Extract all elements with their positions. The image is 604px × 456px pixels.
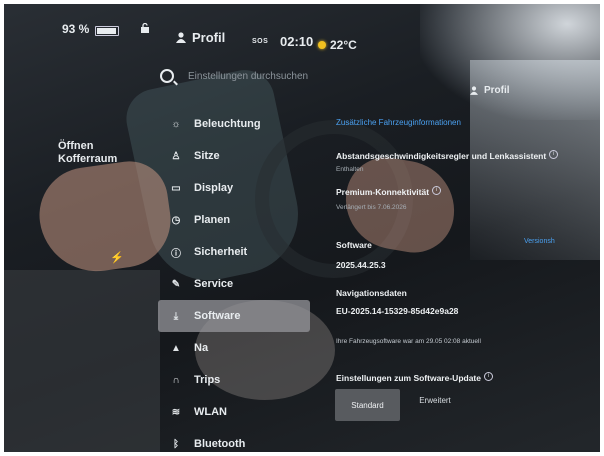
update-settings: Einstellungen zum Software-Update i <box>336 368 576 386</box>
profile-label: Profil <box>192 30 226 45</box>
sidebar-item-label: Planen <box>194 214 231 226</box>
release-notes-link[interactable]: Versionsh <box>524 238 555 245</box>
wrench-icon: ✎ <box>171 278 181 290</box>
trunk-line1: Öffnen <box>58 140 94 152</box>
sidebar-item-label: WLAN <box>194 406 227 418</box>
display-icon: ▭ <box>171 182 181 194</box>
profile-right-label: Profil <box>484 85 510 96</box>
reflection <box>33 156 177 279</box>
battery-icon <box>95 26 119 36</box>
lock-icon[interactable] <box>140 23 150 33</box>
clock-icon: ◷ <box>171 214 181 226</box>
nav-data-label: Navigationsdaten <box>336 288 407 298</box>
sidebar-item-planen[interactable]: ◷ Planen <box>158 204 310 236</box>
profile-button[interactable]: Profil <box>176 30 225 45</box>
standard-button[interactable]: Standard <box>335 389 400 421</box>
info-icon[interactable]: i <box>432 186 442 196</box>
bluetooth-icon: ᛒ <box>173 438 179 450</box>
sidebar-item-sicherheit[interactable]: ⓘ Sicherheit <box>158 236 310 268</box>
update-settings-title: Einstellungen zum Software-Update <box>336 373 481 383</box>
status-bar: 93 % Profil SOS 02:10 22°C <box>0 0 604 58</box>
software-label: Software <box>336 240 372 250</box>
download-icon: ⤓ <box>173 310 179 322</box>
trips-icon: ∩ <box>172 374 180 386</box>
person-icon <box>176 32 186 43</box>
wifi-icon: ≋ <box>171 406 181 418</box>
sidebar-item-trips[interactable]: ∩ Trips <box>158 364 310 396</box>
sos-button[interactable]: SOS <box>252 38 268 45</box>
light-icon: ☼ <box>171 118 181 130</box>
feature-premium: Premium-Konnektivität i Verlängert bis 7.… <box>336 182 576 211</box>
additional-info-link[interactable]: Zusätzliche Fahrzeuginformationen <box>336 118 461 127</box>
profile-link[interactable]: Profil <box>470 85 510 96</box>
software-version: 2025.44.25.3 <box>336 260 386 270</box>
sidebar-item-label: Bluetooth <box>194 438 246 450</box>
advanced-button[interactable]: Erweitert <box>405 389 465 411</box>
sidebar-item-label: Sicherheit <box>194 246 248 258</box>
feature-autopilot: Abstandsgeschwindigkeitsregler und Lenka… <box>336 146 576 173</box>
info-icon: ⓘ <box>171 248 181 260</box>
update-status: Ihre Fahrzeugsoftware war am 29.05 02:08… <box>336 338 481 345</box>
sidebar-item-label: Beleuchtung <box>194 118 261 130</box>
sidebar-item-navigation[interactable]: ▲ Na <box>158 332 310 364</box>
search-input[interactable] <box>186 69 450 83</box>
open-trunk-button[interactable]: Öffnen Kofferraum <box>58 140 117 166</box>
feature-title: Premium-Konnektivität <box>336 187 430 197</box>
sidebar-item-label: Trips <box>194 374 221 386</box>
tesla-screen: 93 % Profil SOS 02:10 22°C Öffnen Koffer… <box>0 0 604 456</box>
sidebar-item-label: Na <box>194 342 209 354</box>
sidebar-item-service[interactable]: ✎ Service <box>158 268 310 300</box>
photo-border <box>600 0 604 456</box>
reflection <box>0 270 160 456</box>
feature-status: Verlängert bis 7.06.2026 <box>336 204 407 211</box>
sidebar-item-label: Sitze <box>194 150 220 162</box>
photo-border <box>0 0 604 4</box>
charge-bolt-icon[interactable]: ⚡ <box>110 251 124 264</box>
info-icon[interactable]: i <box>549 150 559 160</box>
sidebar-item-software[interactable]: ⤓ Software <box>158 300 310 332</box>
search-icon <box>160 69 174 83</box>
sidebar-item-sitze[interactable]: ♙ Sitze <box>158 140 310 172</box>
clock: 02:10 <box>280 34 314 49</box>
nav-data-version: EU-2025.14-15329-85d42e9a28 <box>336 306 459 316</box>
temperature: 22°C <box>318 38 357 52</box>
info-icon[interactable]: i <box>484 372 493 382</box>
feature-title: Abstandsgeschwindigkeitsregler und Lenka… <box>336 151 547 161</box>
sun-icon <box>318 41 326 49</box>
sidebar-item-label: Service <box>194 278 234 290</box>
sidebar-item-label: Display <box>194 182 234 194</box>
seat-icon: ♙ <box>171 150 181 162</box>
battery-percent: 93 % <box>62 22 90 36</box>
temperature-value: 22°C <box>330 38 357 52</box>
trunk-line2: Kofferraum <box>58 153 118 165</box>
sidebar-item-beleuchtung[interactable]: ☼ Beleuchtung <box>158 108 310 140</box>
sidebar-item-display[interactable]: ▭ Display <box>158 172 310 204</box>
photo-border <box>0 452 604 456</box>
settings-sidebar: ☼ Beleuchtung ♙ Sitze ▭ Display ◷ Planen… <box>158 108 310 456</box>
person-icon <box>470 86 478 95</box>
settings-search[interactable] <box>160 64 460 88</box>
feature-status: Enthalten <box>336 166 364 173</box>
sidebar-item-label: Software <box>194 310 241 322</box>
sidebar-item-wlan[interactable]: ≋ WLAN <box>158 396 310 428</box>
photo-border <box>0 0 4 456</box>
navigation-icon: ▲ <box>171 342 181 354</box>
